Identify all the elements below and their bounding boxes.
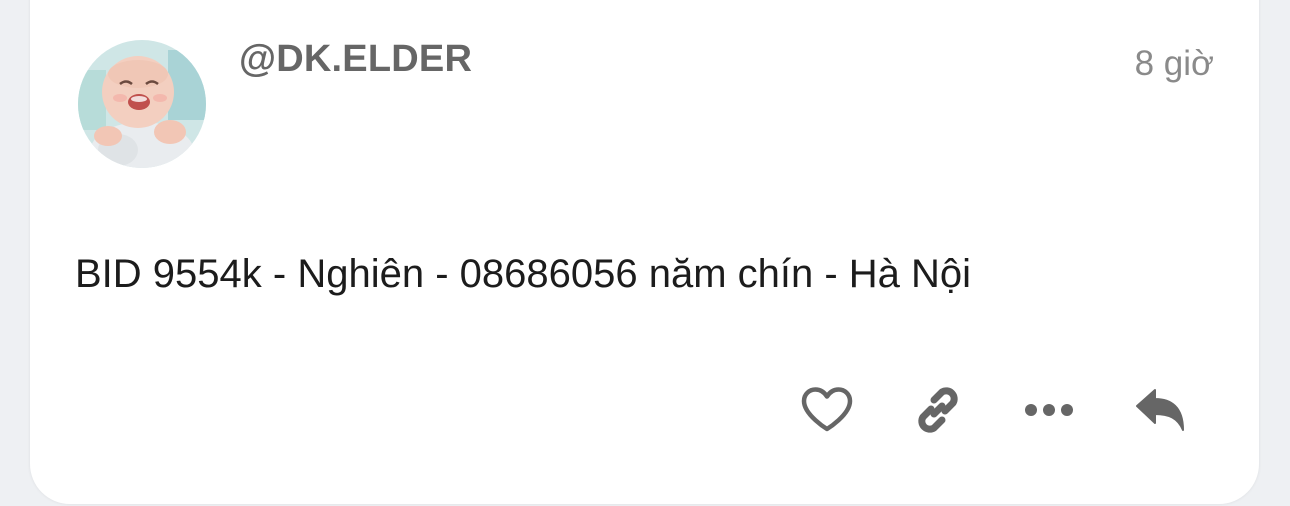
avatar[interactable] bbox=[78, 40, 206, 168]
reply-icon bbox=[1136, 389, 1184, 431]
link-icon bbox=[918, 387, 958, 433]
post-card: @DK.ELDER 8 giờ BID 9554k - Nghiên - 086… bbox=[30, 0, 1259, 504]
post-text: BID 9554k - Nghiên - 08686056 năm chín -… bbox=[75, 252, 972, 296]
post-timestamp: 8 giờ bbox=[1134, 44, 1214, 83]
reply-button[interactable] bbox=[1125, 380, 1195, 440]
more-icon bbox=[1025, 404, 1073, 416]
copy-link-button[interactable] bbox=[903, 380, 973, 440]
more-options-button[interactable] bbox=[1014, 380, 1084, 440]
heart-icon bbox=[801, 387, 853, 432]
username[interactable]: @DK.ELDER bbox=[239, 38, 472, 81]
avatar-image bbox=[78, 40, 206, 168]
post-actions bbox=[792, 380, 1195, 440]
like-button[interactable] bbox=[792, 380, 862, 440]
